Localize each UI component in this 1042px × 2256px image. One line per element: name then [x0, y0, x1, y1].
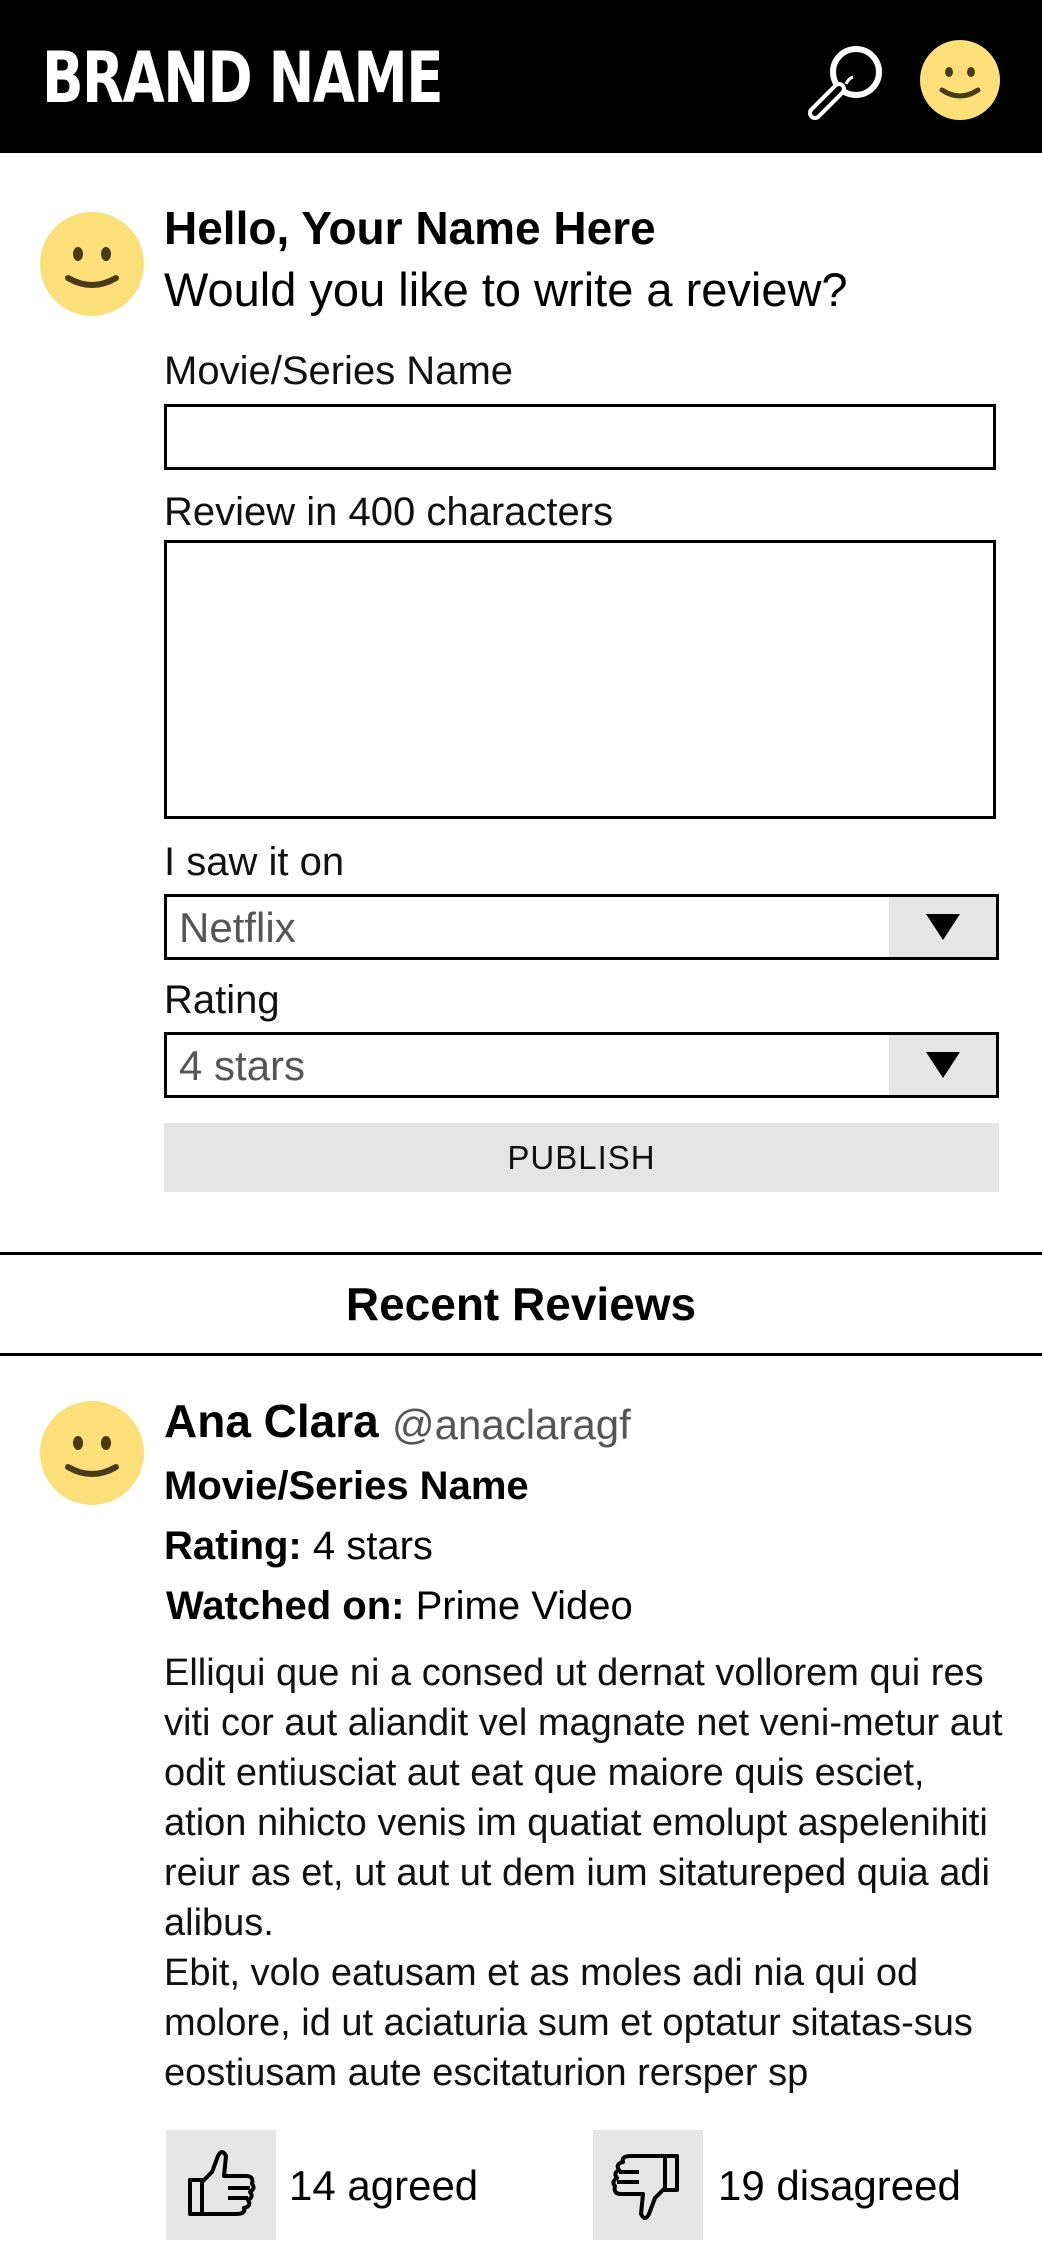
thumbs-down-icon[interactable] [593, 2130, 703, 2240]
title-label: Movie/Series Name [164, 349, 514, 393]
review-label: Review in 400 characters [164, 490, 614, 534]
watched-value: Prime Video [415, 1584, 633, 1628]
title-input[interactable] [164, 404, 996, 470]
platform-select[interactable]: Netflix [164, 894, 999, 960]
rating-selected-value: 4 stars [179, 1042, 306, 1089]
rating-key: Rating: [164, 1524, 302, 1568]
search-icon[interactable] [806, 40, 888, 122]
reviewer-avatar-icon[interactable] [40, 1401, 144, 1505]
review-rating: Rating: 4 stars [164, 1522, 433, 1570]
disagreed-count: 19 disagreed [718, 2162, 961, 2209]
publish-button[interactable]: PUBLISH [164, 1123, 999, 1192]
current-user-avatar-icon [40, 212, 144, 316]
dropdown-arrow-icon[interactable] [889, 897, 996, 957]
thumbs-up-icon[interactable] [166, 2130, 276, 2240]
rating-select[interactable]: 4 stars [164, 1032, 999, 1098]
greeting-question: Would you like to write a review? [164, 263, 848, 316]
brand-logo[interactable]: BRAND NAME [42, 38, 443, 118]
divider [0, 1353, 1042, 1356]
recent-reviews-heading: Recent Reviews [345, 1278, 697, 1330]
reviewer-handle[interactable]: @anaclaragf [392, 1397, 631, 1453]
rating-label: Rating [164, 978, 280, 1022]
rating-value: 4 stars [312, 1524, 433, 1568]
greeting-heading: Hello, Your Name Here [164, 202, 656, 254]
divider [0, 1252, 1042, 1255]
user-avatar-icon[interactable] [920, 40, 1000, 120]
platform-label: I saw it on [164, 840, 345, 884]
review-watched-on: Watched on: Prime Video [166, 1582, 633, 1630]
top-bar: BRAND NAME [0, 0, 1042, 153]
agreed-count: 14 agreed [289, 2162, 479, 2209]
watched-key: Watched on: [166, 1584, 405, 1628]
dropdown-arrow-icon[interactable] [889, 1035, 996, 1095]
reviewer-name[interactable]: Ana Clara [164, 1393, 379, 1449]
platform-selected-value: Netflix [179, 904, 296, 951]
review-textarea[interactable] [164, 540, 996, 819]
review-title: Movie/Series Name [164, 1464, 529, 1508]
review-body: Elliqui que ni a consed ut dernat vollor… [164, 1652, 1003, 2094]
